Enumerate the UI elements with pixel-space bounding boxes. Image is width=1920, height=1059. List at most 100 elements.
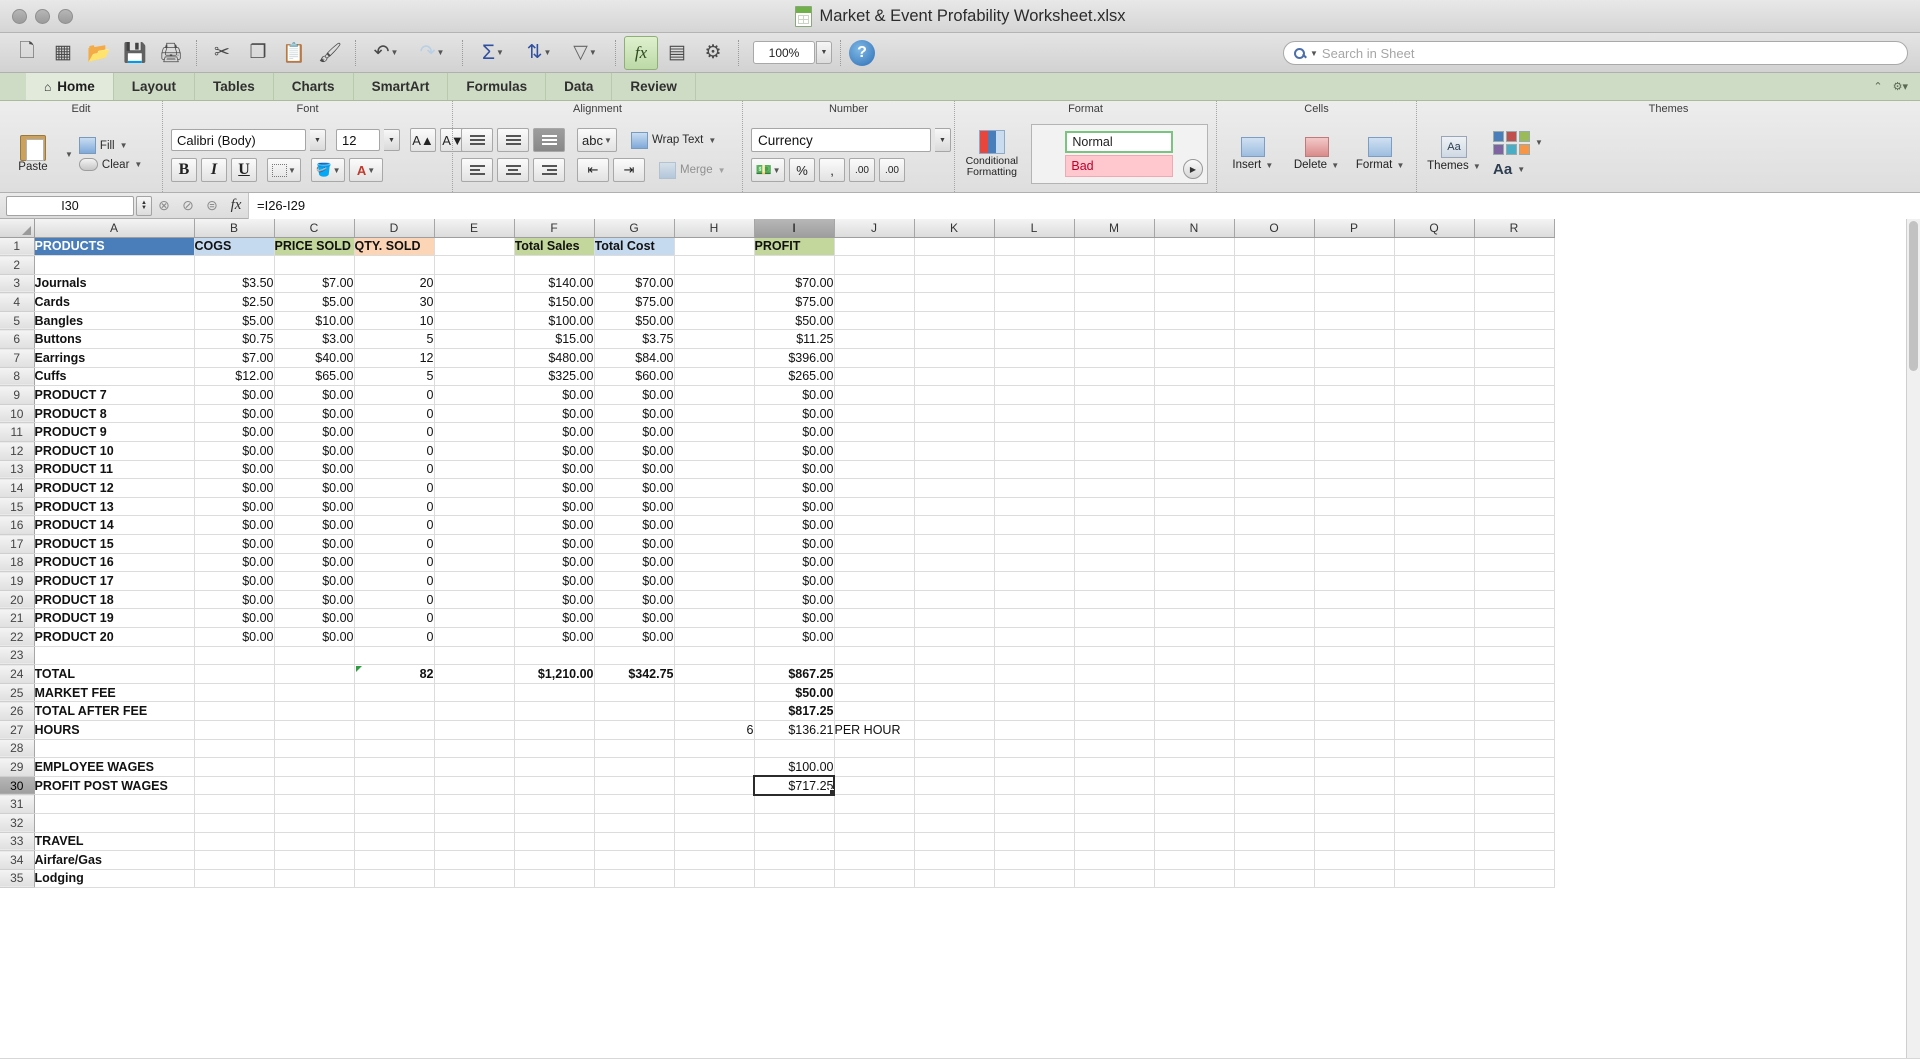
cell-G19[interactable]: $0.00	[594, 571, 675, 591]
cell-M25[interactable]	[1074, 683, 1155, 703]
cell-K1[interactable]	[914, 237, 995, 257]
row-header-22[interactable]: 22	[0, 627, 35, 647]
cell-F34[interactable]	[514, 850, 595, 870]
row-header-5[interactable]: 5	[0, 311, 35, 331]
sheet-row[interactable]: 18 PRODUCT 16 $0.00 $0.00 0 $0.00 $0.00 $0.00	[0, 553, 1555, 573]
cell-I3[interactable]: $70.00	[754, 274, 835, 294]
decrease-indent-button[interactable]: ⇤	[577, 158, 609, 182]
sheet-row[interactable]: 6 Buttons $0.75 $3.00 5 $15.00 $3.75 $11.25	[0, 329, 1555, 350]
cell-C5[interactable]: $10.00	[274, 311, 355, 331]
cell-N32[interactable]	[1154, 813, 1235, 833]
cell-M34[interactable]	[1074, 850, 1155, 870]
cell-G18[interactable]: $0.00	[594, 553, 675, 573]
print-icon[interactable]: 🖨	[154, 36, 188, 70]
tab-data[interactable]: Data	[546, 73, 613, 100]
orientation-button[interactable]: abc ▼	[577, 128, 617, 152]
merge-button[interactable]: Merge ▼	[659, 161, 726, 179]
cell-K7[interactable]	[914, 348, 995, 368]
cell-N9[interactable]	[1154, 385, 1235, 405]
cell-M3[interactable]	[1074, 274, 1155, 294]
row-header-12[interactable]: 12	[0, 441, 35, 461]
cell-C2[interactable]	[274, 255, 355, 275]
insert-function-circle-icon[interactable]: ⊜	[200, 193, 224, 219]
row-header-2[interactable]: 2	[0, 255, 35, 275]
cell-P33[interactable]	[1314, 832, 1395, 852]
cell-B9[interactable]: $0.00	[194, 385, 275, 405]
cell-J13[interactable]	[834, 460, 915, 480]
cell-M20[interactable]	[1074, 590, 1155, 610]
cell-A18[interactable]: PRODUCT 16	[34, 553, 195, 573]
cell-E25[interactable]	[434, 683, 515, 703]
cell-R4[interactable]	[1474, 292, 1555, 312]
cell-E29[interactable]	[434, 757, 515, 777]
cell-P28[interactable]	[1314, 739, 1395, 759]
cell-O14[interactable]	[1234, 478, 1315, 498]
cell-B21[interactable]: $0.00	[194, 608, 275, 628]
paste-icon[interactable]: 📋	[277, 36, 311, 70]
theme-colors-button[interactable]: ▼	[1493, 130, 1543, 155]
cell-M22[interactable]	[1074, 627, 1155, 647]
cell-Q20[interactable]	[1394, 590, 1475, 610]
cell-R11[interactable]	[1474, 422, 1555, 443]
cell-O29[interactable]	[1234, 757, 1315, 777]
cell-O15[interactable]	[1234, 497, 1315, 517]
cell-Q24[interactable]	[1394, 664, 1475, 684]
decrease-decimal-button[interactable]: .00	[879, 158, 905, 182]
row-header-31[interactable]: 31	[0, 794, 35, 814]
sheet-row[interactable]: 9 PRODUCT 7 $0.00 $0.00 0 $0.00 $0.00 $0.00	[0, 385, 1555, 405]
cell-F32[interactable]	[514, 813, 595, 833]
cell-H18[interactable]	[674, 553, 755, 573]
cell-J22[interactable]	[834, 627, 915, 647]
cell-K11[interactable]	[914, 422, 995, 443]
cell-D29[interactable]	[354, 757, 435, 777]
cell-E35[interactable]	[434, 869, 515, 889]
cell-C22[interactable]: $0.00	[274, 627, 355, 647]
cell-K12[interactable]	[914, 441, 995, 461]
cell-R3[interactable]	[1474, 274, 1555, 294]
open-folder-icon[interactable]: 📂	[82, 36, 116, 70]
cell-H6[interactable]	[674, 329, 755, 350]
cell-A33[interactable]: TRAVEL	[34, 832, 195, 852]
cell-A32[interactable]	[34, 813, 195, 833]
cell-A13[interactable]: PRODUCT 11	[34, 460, 195, 480]
cell-N10[interactable]	[1154, 404, 1235, 424]
cell-K24[interactable]	[914, 664, 995, 684]
cell-L14[interactable]	[994, 478, 1075, 498]
cell-F16[interactable]: $0.00	[514, 515, 595, 535]
cell-J9[interactable]	[834, 385, 915, 405]
number-format-value[interactable]: Currency	[751, 128, 931, 152]
copy-icon[interactable]: ❐	[241, 36, 275, 70]
sheet-row[interactable]: 26 TOTAL AFTER FEE $817.25	[0, 701, 1555, 721]
cell-Q1[interactable]	[1394, 237, 1475, 257]
column-header-c[interactable]: C	[274, 219, 355, 238]
cell-E33[interactable]	[434, 832, 515, 852]
cell-C12[interactable]: $0.00	[274, 441, 355, 461]
name-box-spinner[interactable]: ▲ ▼	[136, 195, 152, 216]
column-header-g[interactable]: G	[594, 219, 675, 238]
sheet-row[interactable]: 31	[0, 794, 1555, 814]
cell-Q22[interactable]	[1394, 627, 1475, 647]
cell-F18[interactable]: $0.00	[514, 553, 595, 573]
cell-O12[interactable]	[1234, 441, 1315, 461]
cell-O7[interactable]	[1234, 348, 1315, 368]
cell-R22[interactable]	[1474, 627, 1555, 647]
column-header-h[interactable]: H	[674, 219, 755, 238]
cell-P19[interactable]	[1314, 571, 1395, 591]
cell-J8[interactable]	[834, 367, 915, 387]
cell-G14[interactable]: $0.00	[594, 478, 675, 498]
collapse-ribbon-icon[interactable]: ⌃	[1873, 80, 1882, 93]
cell-B24[interactable]	[194, 664, 275, 684]
cell-R26[interactable]	[1474, 701, 1555, 721]
cell-A30[interactable]: PROFIT POST WAGES	[34, 776, 195, 796]
cell-A19[interactable]: PRODUCT 17	[34, 571, 195, 591]
cell-F5[interactable]: $100.00	[514, 311, 595, 331]
column-header-j[interactable]: J	[834, 219, 915, 238]
search-input[interactable]: ▼ Search in Sheet	[1283, 41, 1908, 65]
cell-H21[interactable]	[674, 608, 755, 628]
tab-layout[interactable]: Layout	[114, 73, 196, 100]
cell-M26[interactable]	[1074, 701, 1155, 721]
cell-E14[interactable]	[434, 478, 515, 498]
window-controls[interactable]	[12, 8, 73, 24]
cell-C24[interactable]	[274, 664, 355, 684]
cell-D24[interactable]: 82	[354, 664, 435, 684]
